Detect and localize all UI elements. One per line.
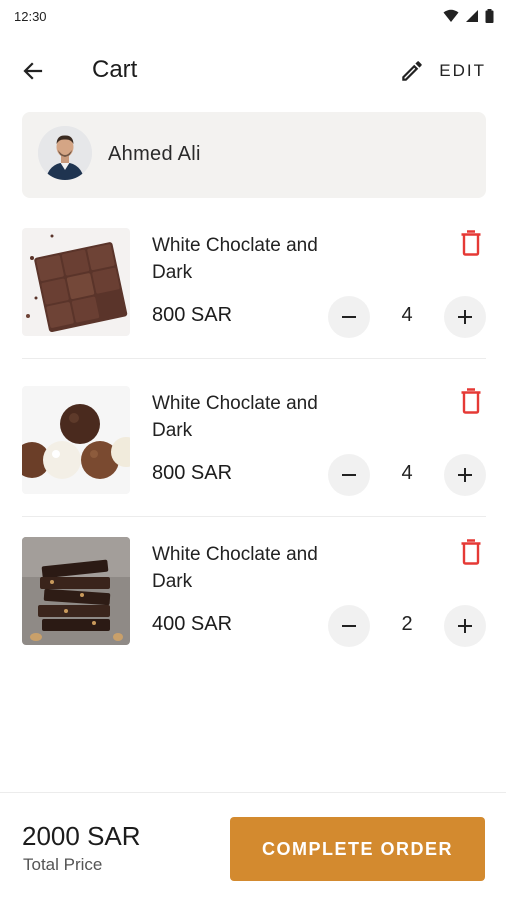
increase-quantity-button[interactable]	[444, 454, 486, 496]
item-name: White Choclate and Dark	[152, 544, 318, 592]
divider	[22, 516, 486, 517]
truffles-image	[22, 386, 130, 494]
status-time: 12:30	[14, 9, 47, 24]
status-icons	[443, 9, 494, 23]
item-price: 800 SAR	[152, 304, 233, 326]
delete-button[interactable]	[458, 537, 484, 567]
decrease-quantity-button[interactable]	[328, 454, 370, 496]
user-avatar-image	[38, 126, 92, 180]
minus-icon	[342, 316, 356, 318]
minus-icon	[342, 625, 356, 627]
item-price: 800 SAR	[152, 462, 233, 484]
quantity-value: 2	[401, 613, 413, 635]
cart-item: White Choclate and Dark 400 SAR 2	[22, 537, 486, 649]
page-title: Cart	[92, 56, 138, 83]
signal-icon	[466, 10, 478, 22]
complete-order-button[interactable]: COMPLETE ORDER	[230, 817, 485, 881]
plus-icon	[458, 619, 472, 633]
trash-icon	[461, 539, 481, 565]
edit-button[interactable]: EDIT	[399, 56, 486, 86]
user-card: Ahmed Ali	[22, 112, 486, 198]
item-price: 400 SAR	[152, 613, 233, 635]
chocolate-bar-image	[22, 228, 130, 336]
arrow-left-icon	[23, 62, 43, 80]
wifi-icon	[443, 9, 459, 22]
pencil-icon	[402, 61, 423, 81]
trash-icon	[461, 388, 481, 414]
plus-icon	[458, 468, 472, 482]
app-bar: Cart EDIT	[0, 42, 506, 98]
edit-label: EDIT	[439, 61, 486, 80]
total-price: 2000 SAR	[22, 821, 141, 851]
plus-icon	[458, 310, 472, 324]
user-name: Ahmed Ali	[108, 143, 201, 165]
increase-quantity-button[interactable]	[444, 296, 486, 338]
quantity-value: 4	[401, 462, 413, 484]
decrease-quantity-button[interactable]	[328, 605, 370, 647]
chocolate-stack-image	[22, 537, 130, 645]
divider	[22, 358, 486, 359]
back-button[interactable]	[18, 56, 48, 86]
battery-icon	[485, 9, 494, 23]
avatar	[38, 126, 92, 180]
checkout-bar: 2000 SAR Total Price COMPLETE ORDER	[0, 792, 506, 900]
item-name: White Choclate and Dark	[152, 235, 318, 283]
quantity-value: 4	[401, 304, 413, 326]
delete-button[interactable]	[458, 386, 484, 416]
cart-item: White Choclate and Dark 800 SAR 4	[22, 228, 486, 340]
minus-icon	[342, 474, 356, 476]
cart-item: White Choclate and Dark 800 SAR 4	[22, 386, 486, 498]
item-name: White Choclate and Dark	[152, 393, 318, 441]
trash-icon	[461, 230, 481, 256]
status-bar: 12:30	[0, 0, 506, 34]
delete-button[interactable]	[458, 228, 484, 258]
increase-quantity-button[interactable]	[444, 605, 486, 647]
decrease-quantity-button[interactable]	[328, 296, 370, 338]
total-price-label: Total Price	[23, 855, 103, 874]
